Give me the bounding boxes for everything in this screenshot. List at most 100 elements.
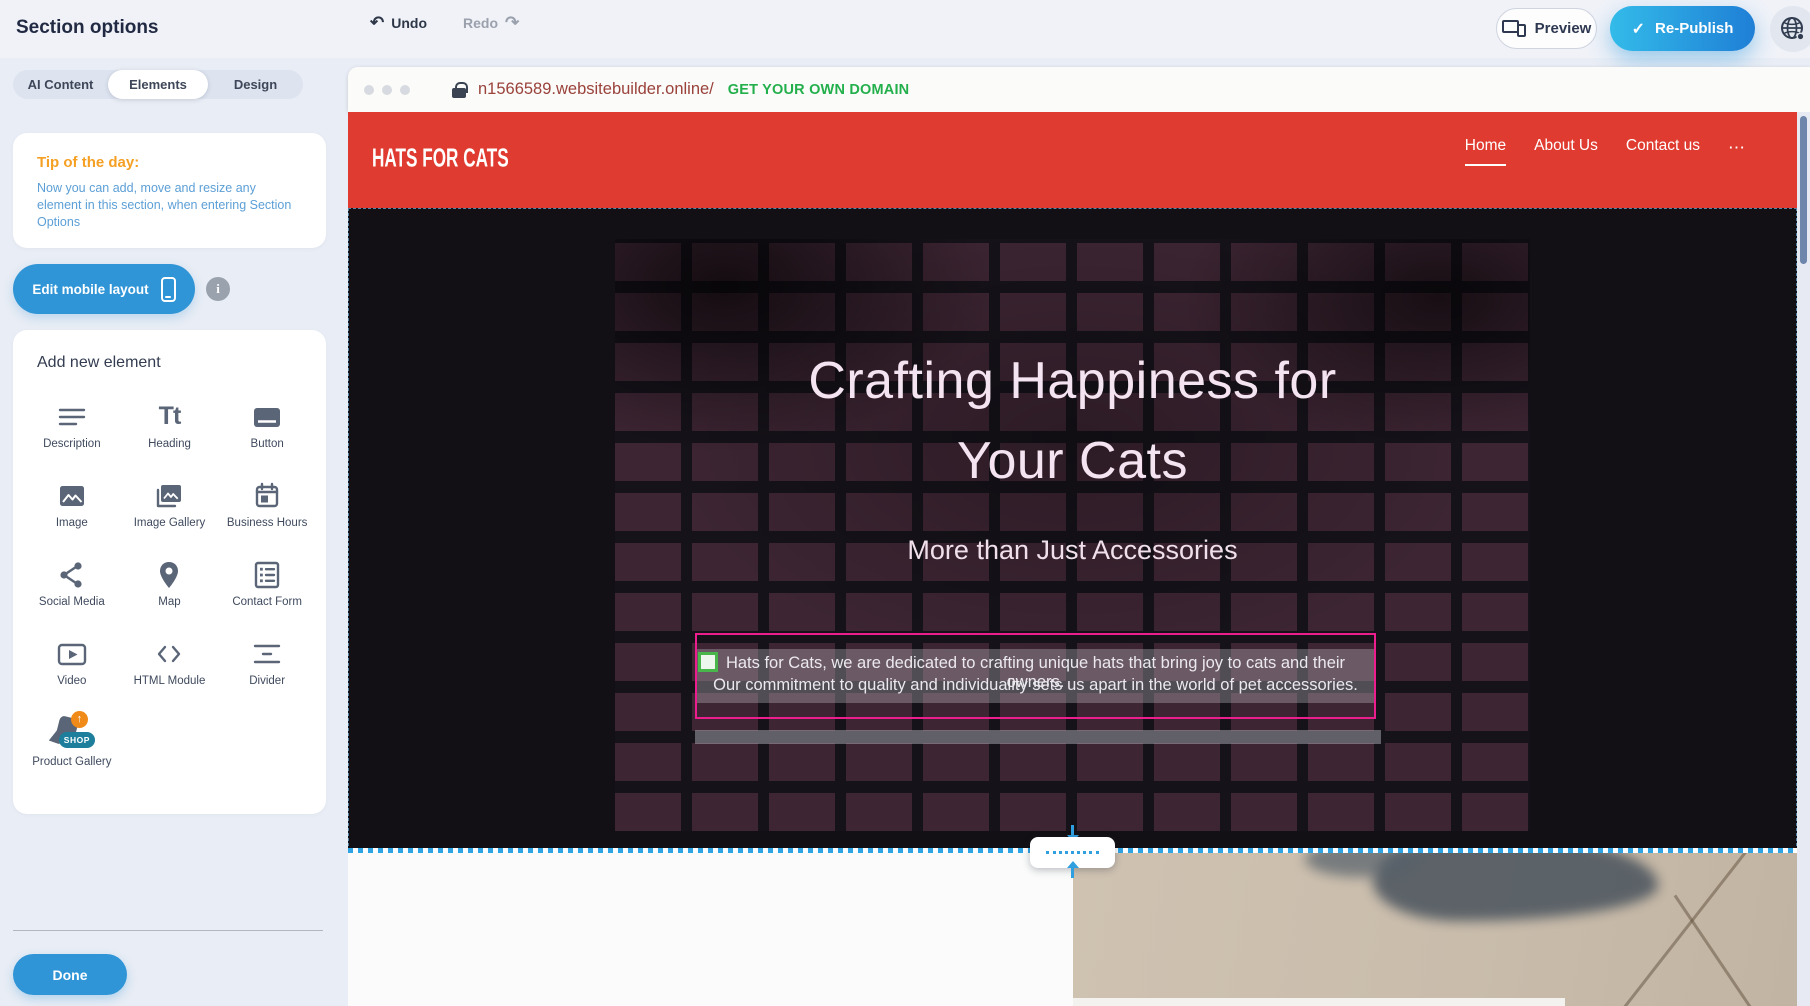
site-nav: Home About Us Contact us ⋯ <box>1465 137 1745 166</box>
add-element-divider[interactable]: Divider <box>218 631 316 706</box>
undo-icon: ↶ <box>370 14 384 31</box>
undo-label: Undo <box>391 15 427 31</box>
add-element-contact-form[interactable]: Contact Form <box>218 552 316 627</box>
preview-scrollbar-track[interactable] <box>1797 112 1810 1006</box>
html-module-icon <box>152 637 186 671</box>
map-icon <box>152 558 186 592</box>
add-element-title: Add new element <box>37 354 316 372</box>
redo-label: Redo <box>463 15 498 31</box>
upgrade-badge-icon: ↑ <box>71 711 88 728</box>
undo-button[interactable]: ↶ Undo <box>370 14 427 31</box>
drop-indicator-strip <box>695 730 1381 744</box>
lock-icon <box>452 82 466 98</box>
contact-form-icon <box>250 558 284 592</box>
add-element-business-hours[interactable]: Business Hours <box>218 473 316 548</box>
info-button[interactable]: i <box>206 277 230 301</box>
redo-button[interactable]: Redo ↷ <box>463 14 519 31</box>
nav-about-us[interactable]: About Us <box>1534 137 1598 164</box>
add-element-image[interactable]: Image <box>23 473 121 548</box>
tip-body: Now you can add, move and resize any ele… <box>37 180 299 231</box>
add-element-video[interactable]: Video <box>23 631 121 706</box>
cat-shadow <box>1373 851 1658 921</box>
video-icon <box>55 637 89 671</box>
nav-more-icon[interactable]: ⋯ <box>1728 137 1745 158</box>
add-element-social-media[interactable]: Social Media <box>23 552 121 627</box>
globe-icon <box>1779 15 1807 43</box>
element-label: Contact Form <box>225 596 309 610</box>
preview-button[interactable]: Preview <box>1496 8 1597 49</box>
nav-contact-us[interactable]: Contact us <box>1626 137 1700 164</box>
preview-scrollbar-thumb[interactable] <box>1800 116 1807 264</box>
add-new-element-card: Add new element Description Tt Heading <box>13 330 326 814</box>
edit-mobile-layout-label: Edit mobile layout <box>32 282 148 297</box>
social-media-icon <box>55 558 89 592</box>
sidebar-tabs: AI Content Elements Design <box>13 70 303 99</box>
done-button[interactable]: Done <box>13 954 127 995</box>
button-icon <box>250 400 284 434</box>
check-icon: ✓ <box>1632 19 1645 39</box>
add-element-map[interactable]: Map <box>121 552 219 627</box>
element-label: Product Gallery <box>30 756 114 770</box>
browser-address-bar: n1566589.websitebuilder.online/ GET YOUR… <box>348 67 1810 112</box>
element-grid: Description Tt Heading Button <box>23 394 316 785</box>
element-label: Divider <box>225 675 309 689</box>
heading-icon: Tt <box>152 400 186 434</box>
mobile-phone-icon <box>161 277 176 302</box>
element-label: Button <box>225 438 309 452</box>
element-label: Map <box>127 596 211 610</box>
hero-section[interactable]: Crafting Happiness for Your Cats More th… <box>348 208 1797 851</box>
browser-window-dots <box>364 85 410 95</box>
element-label: Heading <box>127 438 211 452</box>
hero-paragraph-line2: Our commitment to quality and individual… <box>697 676 1374 695</box>
element-label: Social Media <box>30 596 114 610</box>
business-hours-icon <box>250 479 284 513</box>
nav-home[interactable]: Home <box>1465 137 1506 166</box>
devices-icon <box>1502 20 1526 37</box>
element-label: Image Gallery <box>127 517 211 531</box>
image-gallery-icon <box>152 479 186 513</box>
site-header: HATS FOR CATS Home About Us Contact us ⋯ <box>348 112 1797 208</box>
image-icon <box>55 479 89 513</box>
edit-mobile-layout-button[interactable]: Edit mobile layout <box>13 264 195 314</box>
element-label: Description <box>30 438 114 452</box>
hero-heading-line1[interactable]: Crafting Happiness for <box>349 351 1796 411</box>
hero-subheading[interactable]: More than Just Accessories <box>349 535 1796 566</box>
hero-heading-line2[interactable]: Your Cats <box>349 431 1796 491</box>
language-globe-button[interactable] <box>1770 6 1810 52</box>
photo-bottom-band <box>1073 998 1565 1006</box>
element-label: Video <box>30 675 114 689</box>
undo-redo-group: ↶ Undo Redo ↷ <box>370 14 519 31</box>
add-element-product-gallery[interactable]: ↑ SHOP Product Gallery <box>23 710 121 785</box>
sidebar-divider <box>13 930 323 931</box>
page-title: Section options <box>16 17 159 39</box>
selected-text-element[interactable]: Hats for Cats, we are dedicated to craft… <box>695 633 1376 719</box>
next-section-photo <box>1073 851 1797 1006</box>
shop-badge: SHOP <box>59 732 95 748</box>
product-gallery-icon: ↑ SHOP <box>45 716 99 752</box>
topbar-actions: Preview ✓ Re-Publish <box>1390 0 1810 58</box>
get-domain-link[interactable]: GET YOUR OWN DOMAIN <box>728 82 910 98</box>
tip-of-the-day-card: Tip of the day: Now you can add, move an… <box>13 133 326 248</box>
republish-label: Re-Publish <box>1655 20 1733 37</box>
tip-title: Tip of the day: <box>37 154 302 171</box>
element-label: Image <box>30 517 114 531</box>
add-element-button[interactable]: Button <box>218 394 316 469</box>
tab-ai-content[interactable]: AI Content <box>13 70 108 99</box>
preview-label: Preview <box>1535 20 1592 37</box>
tab-elements[interactable]: Elements <box>108 70 208 99</box>
redo-icon: ↷ <box>505 14 519 31</box>
tile-grout-line <box>1674 895 1771 1006</box>
section-resize-handle[interactable] <box>1030 822 1115 882</box>
site-logo[interactable]: HATS FOR CATS <box>372 143 509 174</box>
add-element-heading[interactable]: Tt Heading <box>121 394 219 469</box>
republish-button[interactable]: ✓ Re-Publish <box>1610 6 1755 51</box>
description-icon <box>55 400 89 434</box>
next-section-white <box>348 851 1073 1006</box>
add-element-image-gallery[interactable]: Image Gallery <box>121 473 219 548</box>
element-label: HTML Module <box>127 675 211 689</box>
tab-design[interactable]: Design <box>208 70 303 99</box>
add-element-html-module[interactable]: HTML Module <box>121 631 219 706</box>
app-root: Section options ↶ Undo Redo ↷ Preview ✓ … <box>0 0 1810 1006</box>
topbar: Section options ↶ Undo Redo ↷ Preview ✓ … <box>0 0 1810 58</box>
add-element-description[interactable]: Description <box>23 394 121 469</box>
